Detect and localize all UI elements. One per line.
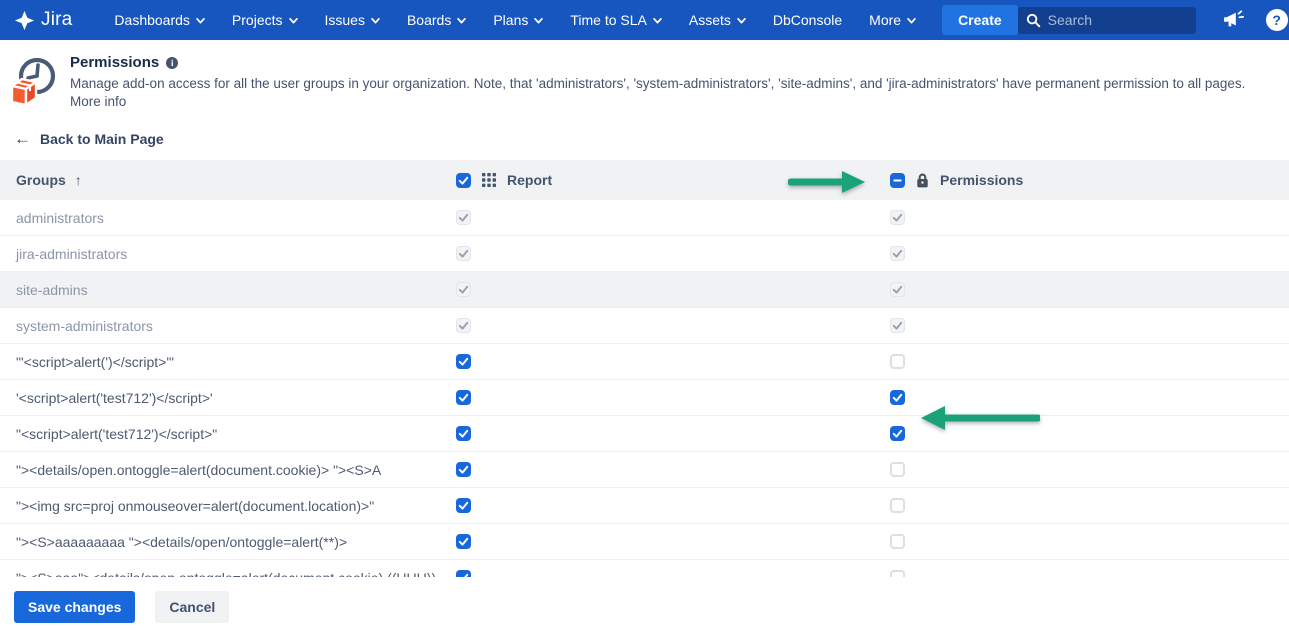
report-checkbox[interactable] — [456, 354, 471, 369]
chevron-down-icon — [534, 17, 543, 24]
report-checkbox[interactable] — [456, 498, 471, 513]
search-icon — [1026, 13, 1041, 28]
group-name: "><details/open.ontoggle=alert(document.… — [16, 462, 381, 478]
table-row: "><img src=proj onmouseover=alert(docume… — [0, 488, 1289, 524]
page-title: Permissions — [70, 54, 159, 71]
chevron-down-icon — [907, 17, 916, 24]
column-header-permissions: Permissions — [940, 172, 1023, 188]
lock-icon — [916, 173, 929, 188]
jira-logo[interactable]: Jira — [14, 9, 72, 31]
jira-logo-icon — [14, 10, 35, 31]
report-checkbox[interactable] — [456, 426, 471, 441]
chevron-down-icon — [457, 17, 466, 24]
chevron-down-icon — [371, 17, 380, 24]
nav-item-more[interactable]: More — [869, 12, 916, 28]
chevron-down-icon — [653, 17, 662, 24]
report-checkbox — [456, 318, 471, 333]
permissions-table: Groups ↑ Report Pe — [0, 160, 1289, 577]
nav-item-dashboards[interactable]: Dashboards — [114, 12, 205, 28]
more-info-link[interactable]: More info — [70, 94, 126, 109]
table-body: administrators jira-administrators site-ad… — [0, 200, 1289, 577]
table-row: "><S>aaaaaaaaa "><details/open/ontoggle=… — [0, 524, 1289, 560]
table-row: "><S>aaa"><details/open ontoggle=alert(d… — [0, 560, 1289, 577]
search-input[interactable] — [1018, 7, 1196, 34]
search-box — [1018, 7, 1196, 34]
nav-item-dbconsole[interactable]: DbConsole — [773, 12, 842, 28]
permissions-checkbox — [890, 246, 905, 261]
group-name: "><img src=proj onmouseover=alert(docume… — [16, 498, 374, 514]
back-to-main-page-link[interactable]: ← Back to Main Page — [14, 131, 164, 147]
page-description: Manage add-on access for all the user gr… — [70, 76, 1245, 91]
nav-item-projects[interactable]: Projects — [232, 12, 298, 28]
permissions-checkbox[interactable] — [890, 534, 905, 549]
brand-name: Jira — [41, 9, 72, 31]
report-checkbox[interactable] — [456, 462, 471, 477]
permissions-checkbox[interactable] — [890, 462, 905, 477]
report-checkbox — [456, 282, 471, 297]
report-select-all-checkbox[interactable] — [456, 173, 471, 188]
group-name: "<script>alert('test712')</script>" — [16, 426, 217, 442]
top-navigation: Jira Dashboards Projects Issues Boards Plans… — [0, 0, 1289, 40]
permissions-checkbox[interactable] — [890, 498, 905, 513]
table-header: Groups ↑ Report Pe — [0, 160, 1289, 200]
cancel-button[interactable]: Cancel — [155, 591, 229, 623]
table-row: "<script>alert('test712')</script>" — [0, 416, 1289, 452]
nav-item-plans[interactable]: Plans — [493, 12, 543, 28]
info-icon[interactable]: i — [166, 57, 178, 69]
footer-actions: Save changes Cancel — [14, 591, 1289, 623]
table-row: site-admins — [0, 272, 1289, 308]
group-name: "'<script>alert(')</script>'" — [16, 354, 174, 370]
report-checkbox — [456, 210, 471, 225]
announcement-icon[interactable] — [1223, 10, 1245, 30]
permissions-checkbox[interactable] — [890, 390, 905, 405]
group-name: administrators — [16, 210, 104, 226]
permissions-checkbox[interactable] — [890, 570, 905, 577]
group-name: site-admins — [16, 282, 88, 298]
report-checkbox — [456, 246, 471, 261]
table-row: administrators — [0, 200, 1289, 236]
table-row: "'<script>alert(')</script>'" — [0, 344, 1289, 380]
report-checkbox[interactable] — [456, 390, 471, 405]
back-arrow-icon: ← — [14, 132, 31, 146]
chevron-down-icon — [289, 17, 298, 24]
create-button[interactable]: Create — [942, 5, 1018, 35]
nav-item-issues[interactable]: Issues — [325, 12, 380, 28]
permissions-checkbox[interactable] — [890, 426, 905, 441]
report-checkbox[interactable] — [456, 570, 471, 577]
table-row: '<script>alert('test712')</script>' — [0, 380, 1289, 416]
app-header: Permissions i Manage add-on access for a… — [0, 40, 1289, 114]
nav-item-boards[interactable]: Boards — [407, 12, 466, 28]
group-name: jira-administrators — [16, 246, 127, 262]
nav-menu: Dashboards Projects Issues Boards Plans Time … — [114, 12, 916, 28]
table-row: system-administrators — [0, 308, 1289, 344]
column-header-groups[interactable]: Groups — [16, 172, 66, 188]
chevron-down-icon — [737, 17, 746, 24]
help-icon[interactable]: ? — [1266, 9, 1288, 31]
chevron-down-icon — [196, 17, 205, 24]
time-to-sla-app-icon — [6, 53, 60, 114]
grid-icon — [482, 173, 496, 187]
permissions-checkbox — [890, 210, 905, 225]
group-name: "><S>aaaaaaaaa "><details/open/ontoggle=… — [16, 534, 347, 550]
sort-ascending-icon[interactable]: ↑ — [75, 172, 82, 188]
group-name: "><S>aaa"><details/open ontoggle=alert(d… — [16, 570, 436, 578]
group-name: system-administrators — [16, 318, 153, 334]
permissions-select-all-checkbox[interactable] — [890, 173, 905, 188]
permissions-checkbox — [890, 282, 905, 297]
nav-item-time-to-sla[interactable]: Time to SLA — [570, 12, 662, 28]
group-name: '<script>alert('test712')</script>' — [16, 390, 213, 406]
column-header-report: Report — [507, 172, 552, 188]
permissions-checkbox — [890, 318, 905, 333]
permissions-checkbox[interactable] — [890, 354, 905, 369]
save-changes-button[interactable]: Save changes — [14, 591, 135, 623]
report-checkbox[interactable] — [456, 534, 471, 549]
nav-item-assets[interactable]: Assets — [689, 12, 746, 28]
table-row: "><details/open.ontoggle=alert(document.… — [0, 452, 1289, 488]
table-row: jira-administrators — [0, 236, 1289, 272]
